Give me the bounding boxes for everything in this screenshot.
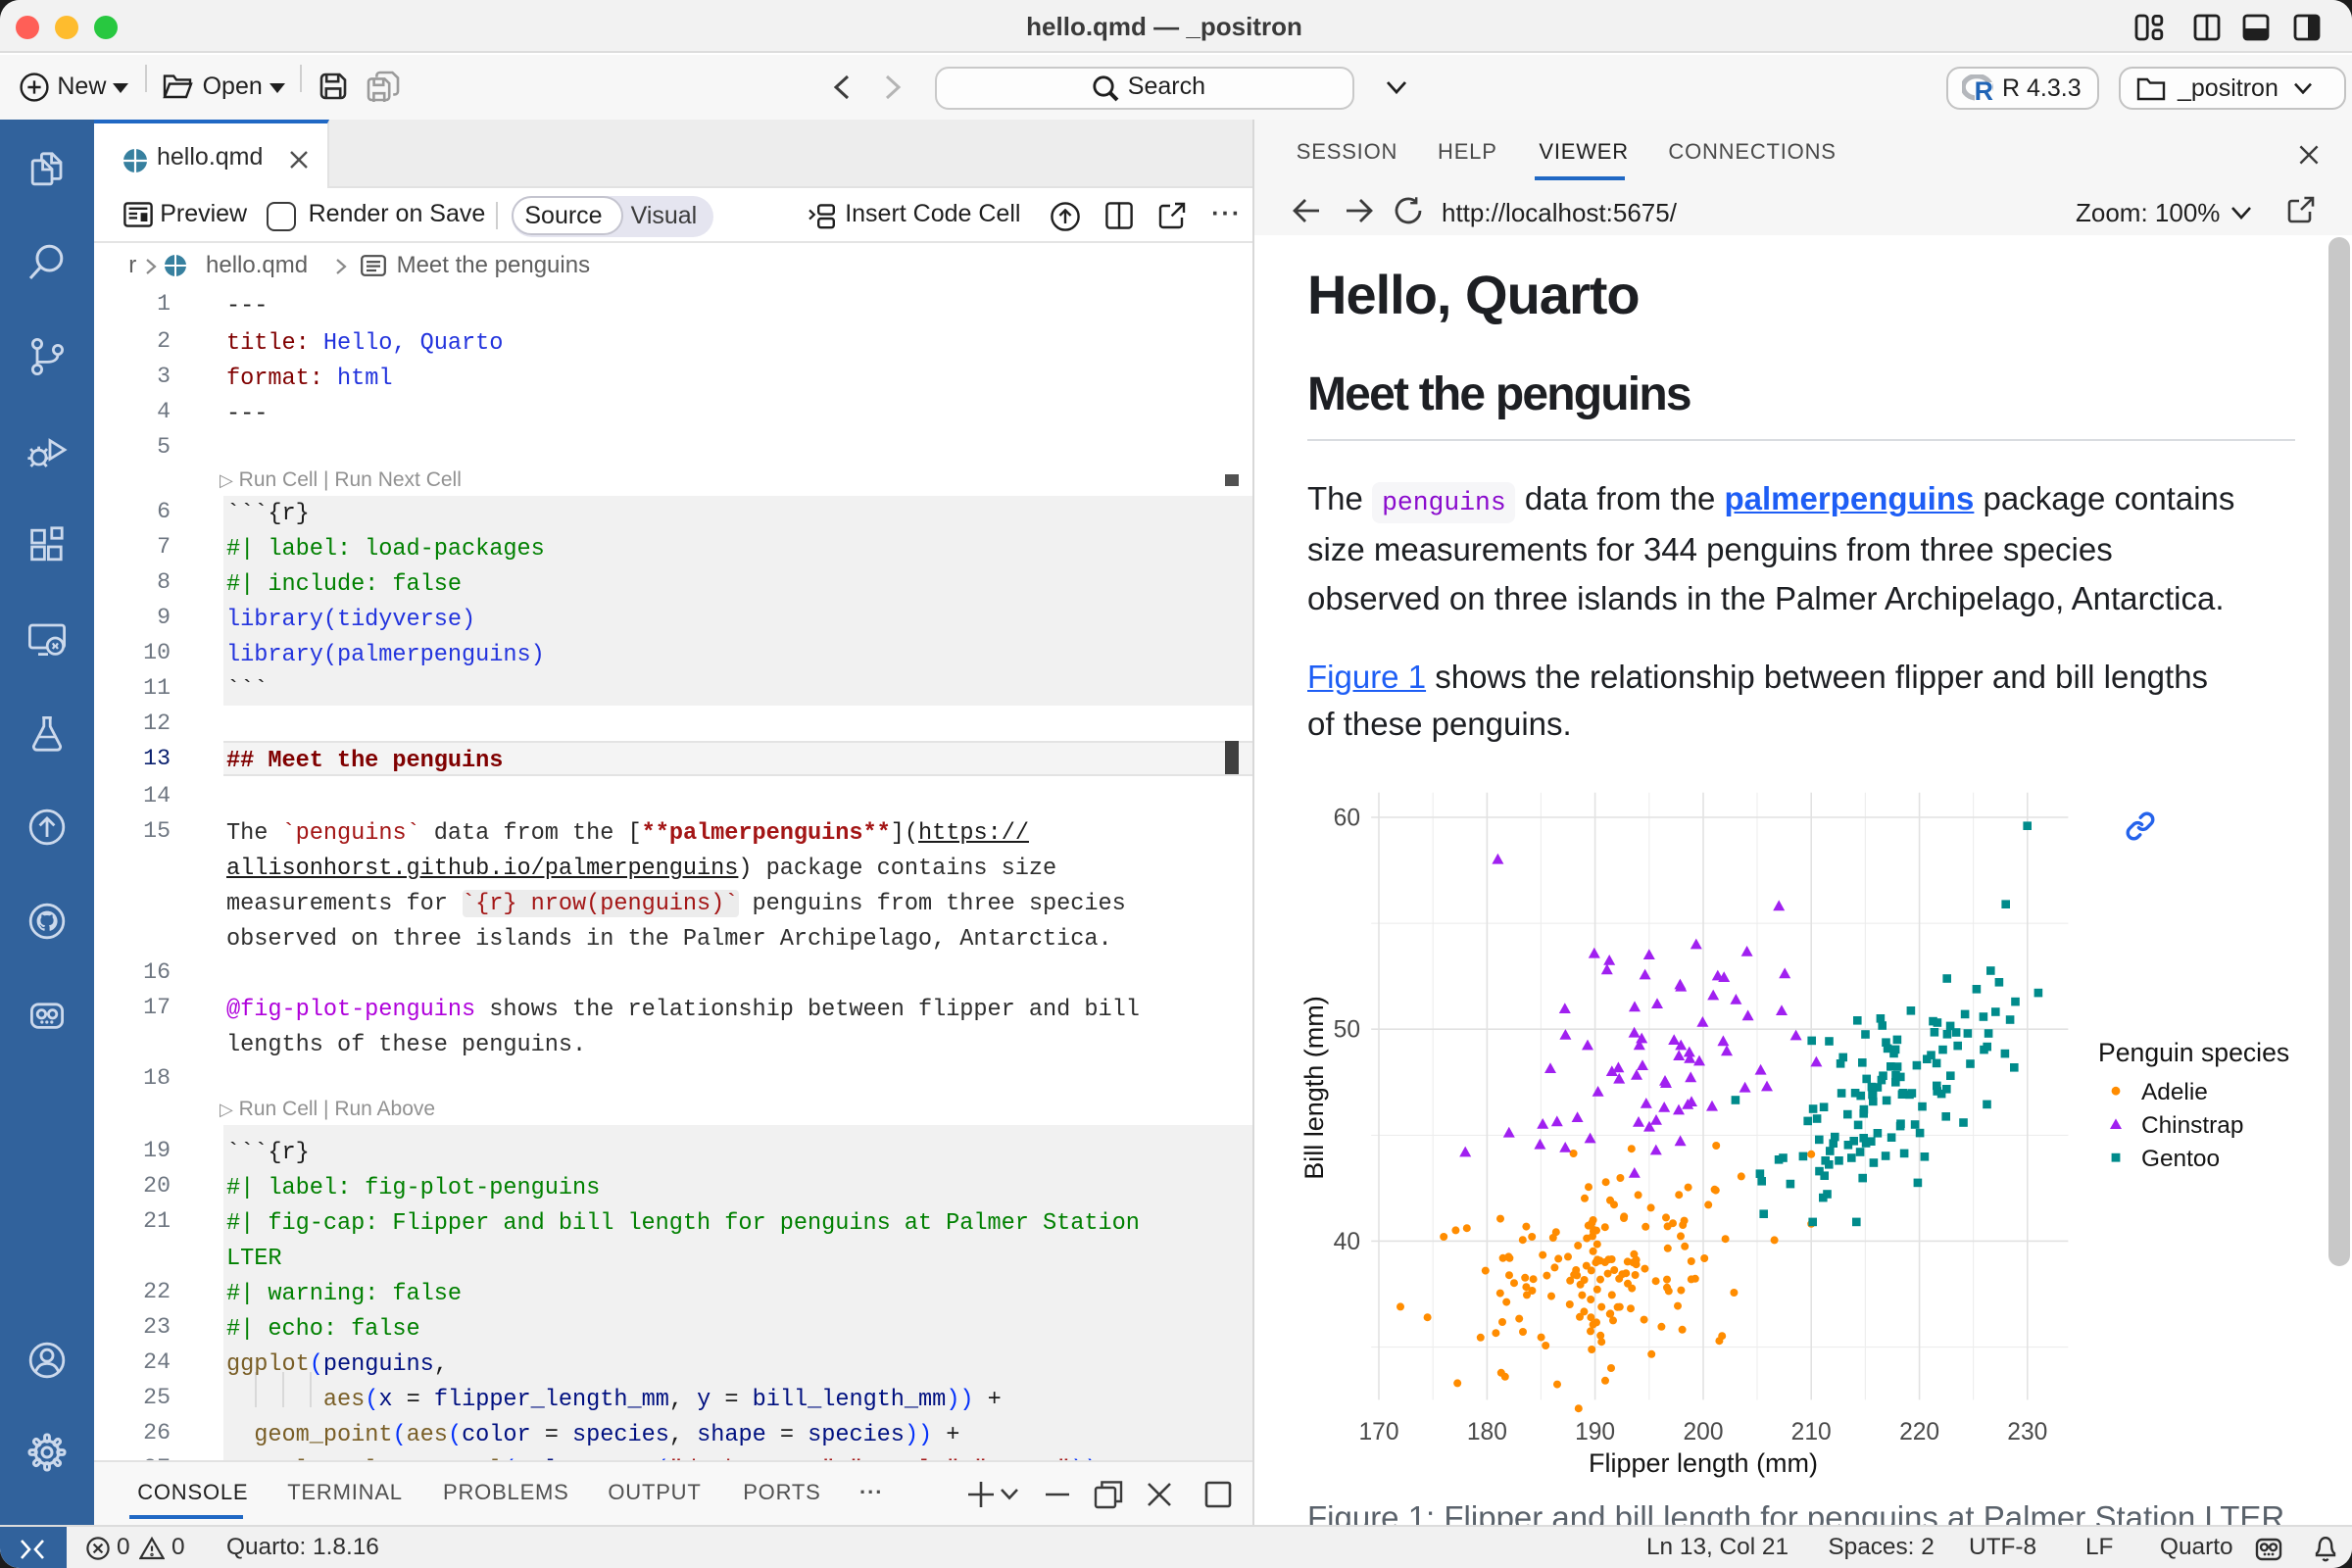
svg-text:200: 200 [1682, 1419, 1722, 1446]
svg-text:Penguin species: Penguin species [2097, 1038, 2288, 1067]
svg-text:190: 190 [1574, 1419, 1614, 1446]
svg-text:40: 40 [1333, 1229, 1359, 1255]
svg-text:50: 50 [1333, 1017, 1359, 1044]
svg-text:Flipper length (mm): Flipper length (mm) [1588, 1448, 1817, 1478]
svg-text:Bill length (mm): Bill length (mm) [1298, 996, 1328, 1180]
svg-text:210: 210 [1790, 1419, 1831, 1446]
svg-text:220: 220 [1898, 1419, 1938, 1446]
svg-text:R: R [1974, 76, 1992, 102]
svg-text:60: 60 [1333, 805, 1359, 831]
svg-text:230: 230 [2006, 1419, 2046, 1446]
svg-text:Gentoo: Gentoo [2140, 1146, 2219, 1172]
svg-text:180: 180 [1466, 1419, 1506, 1446]
svg-text:170: 170 [1357, 1419, 1397, 1446]
svg-text:Chinstrap: Chinstrap [2140, 1112, 2242, 1139]
svg-text:Adelie: Adelie [2140, 1079, 2207, 1105]
